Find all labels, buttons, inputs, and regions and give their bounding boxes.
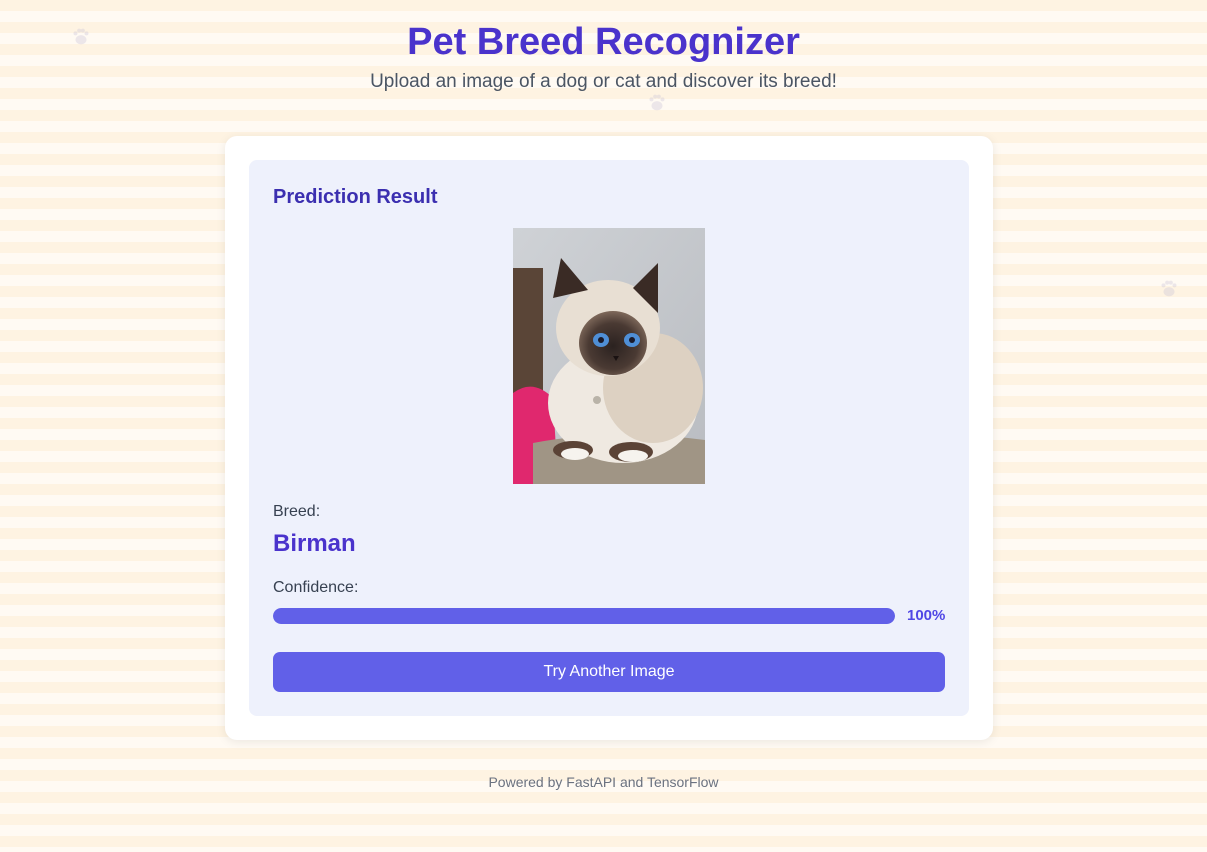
uploaded-pet-image xyxy=(513,228,705,484)
breed-label: Breed: xyxy=(273,503,321,520)
confidence-label: Confidence: xyxy=(273,579,359,596)
prediction-result-panel: Prediction Result Breed: Birman Confiden… xyxy=(249,160,969,716)
result-card: Prediction Result Breed: Birman Confiden… xyxy=(225,136,993,740)
paw-print-icon xyxy=(649,94,665,111)
confidence-progress-fill xyxy=(273,608,895,624)
confidence-value: 100% xyxy=(907,607,946,624)
paw-print-icon xyxy=(73,28,89,45)
result-heading: Prediction Result xyxy=(273,186,438,208)
paw-print-icon xyxy=(1161,280,1177,297)
page-title: Pet Breed Recognizer xyxy=(407,21,800,63)
page-footer: Powered by FastAPI and TensorFlow xyxy=(488,774,719,790)
breed-value: Birman xyxy=(273,530,356,557)
try-another-image-button[interactable]: Try Another Image xyxy=(273,652,945,692)
page-header: Pet Breed Recognizer Upload an image of … xyxy=(0,0,1207,94)
cat-photo xyxy=(513,228,705,484)
confidence-progress-bar xyxy=(273,608,895,624)
page-subtitle: Upload an image of a dog or cat and disc… xyxy=(370,71,837,92)
